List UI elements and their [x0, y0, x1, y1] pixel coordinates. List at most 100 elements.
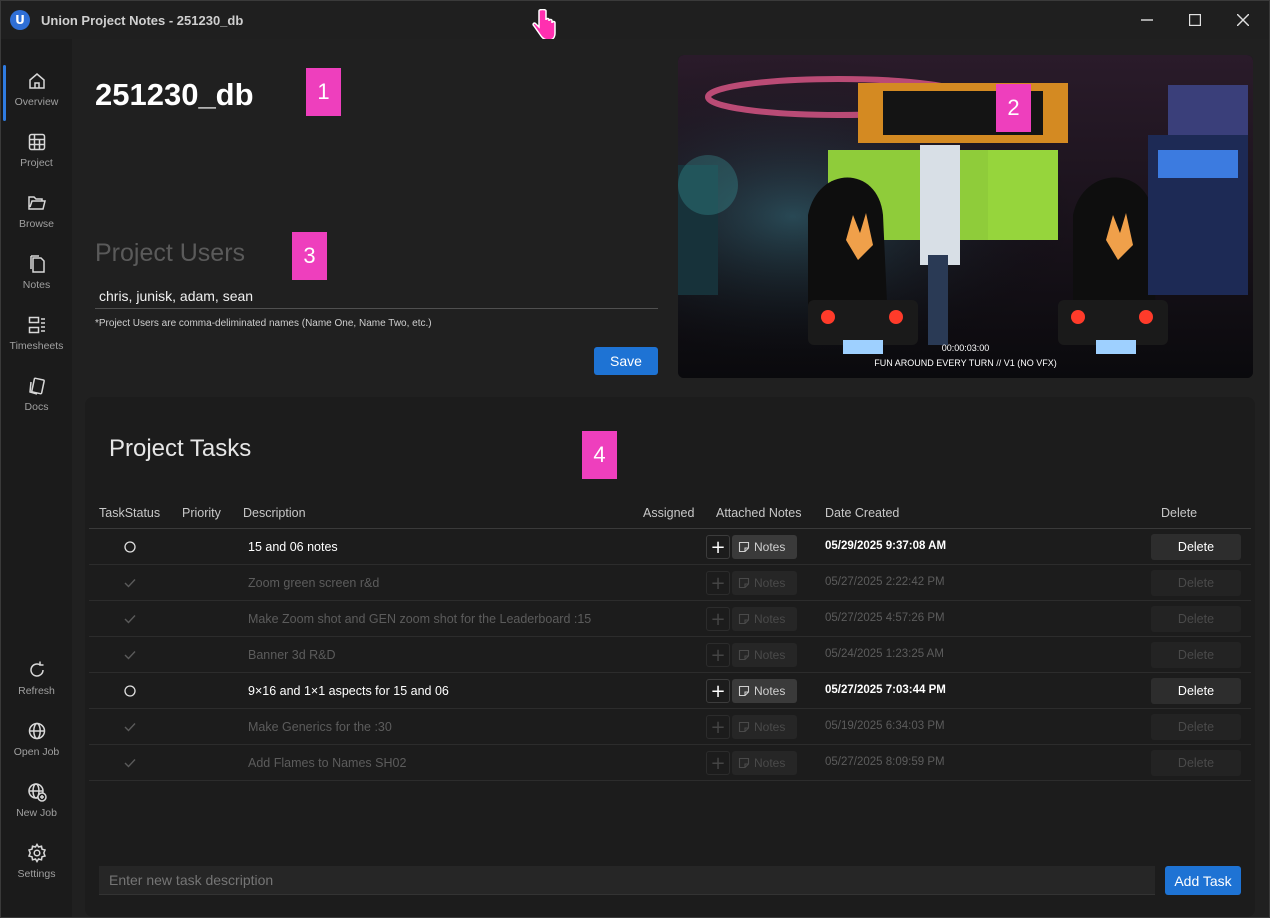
- table-row[interactable]: 9×16 and 1×1 aspects for 15 and 06 + Notes…: [89, 673, 1251, 709]
- page-title: 251230_db: [95, 77, 254, 112]
- close-button[interactable]: [1219, 1, 1267, 39]
- delete-task-button[interactable]: Delete: [1151, 570, 1241, 596]
- sidebar-item-project[interactable]: Project: [1, 124, 72, 182]
- add-task-button[interactable]: Add Task: [1165, 866, 1241, 895]
- attach-note-button[interactable]: +: [706, 571, 730, 595]
- task-description: 9×16 and 1×1 aspects for 15 and 06: [248, 684, 449, 698]
- sidebar: Overview Project Browse Notes Timesheets…: [1, 39, 72, 917]
- sidebar-item-refresh[interactable]: Refresh: [1, 652, 72, 710]
- attach-note-button[interactable]: +: [706, 751, 730, 775]
- attach-note-button[interactable]: +: [706, 643, 730, 667]
- column-header-delete[interactable]: Delete: [1161, 506, 1197, 520]
- open-circle-icon[interactable]: [123, 684, 137, 698]
- notes-button[interactable]: Notes: [732, 751, 797, 775]
- maximize-icon: [1189, 14, 1201, 26]
- sidebar-item-label: Settings: [17, 868, 56, 880]
- maximize-button[interactable]: [1171, 1, 1219, 39]
- table-row[interactable]: 15 and 06 notes + Notes 05/29/2025 9:37:08 …: [89, 529, 1251, 565]
- column-header-description[interactable]: Description: [243, 506, 306, 520]
- plus-icon: +: [710, 608, 726, 630]
- column-header-status[interactable]: TaskStatus: [99, 506, 160, 520]
- column-header-priority[interactable]: Priority: [182, 506, 221, 520]
- notes-button[interactable]: Notes: [732, 571, 797, 595]
- note-icon: [738, 541, 750, 553]
- sidebar-item-label: Timesheets: [9, 340, 64, 352]
- close-icon: [1237, 14, 1249, 26]
- note-icon: [738, 757, 750, 769]
- note-icon: [738, 577, 750, 589]
- attach-note-button[interactable]: +: [706, 607, 730, 631]
- sidebar-item-label: Project: [20, 157, 53, 169]
- plus-icon: +: [710, 680, 726, 702]
- checkmark-icon[interactable]: [123, 576, 137, 590]
- annotation-badge-3: 3: [292, 232, 327, 280]
- minimize-button[interactable]: [1123, 1, 1171, 39]
- note-icon: [738, 649, 750, 661]
- sidebar-item-docs[interactable]: Docs: [1, 368, 72, 426]
- table-row[interactable]: Banner 3d R&D + Notes 05/24/2025 1:23:25 AM…: [89, 637, 1251, 673]
- project-users-input[interactable]: [95, 283, 658, 309]
- task-description: 15 and 06 notes: [248, 540, 338, 554]
- delete-task-button[interactable]: Delete: [1151, 750, 1241, 776]
- preview-timecode: 00:00:03:00: [941, 343, 990, 353]
- window-title: Union Project Notes - 251230_db: [41, 13, 244, 28]
- app-logo-icon: U: [10, 10, 30, 30]
- delete-task-button[interactable]: Delete: [1151, 678, 1241, 704]
- sidebar-item-browse[interactable]: Browse: [1, 185, 72, 243]
- preview-caption: FUN AROUND EVERY TURN // V1 (NO VFX): [874, 358, 1057, 368]
- sidebar-item-label: New Job: [16, 807, 57, 819]
- attach-note-button[interactable]: +: [706, 535, 730, 559]
- plus-icon: +: [710, 572, 726, 594]
- checkmark-icon[interactable]: [123, 648, 137, 662]
- sidebar-item-notes[interactable]: Notes: [1, 246, 72, 304]
- checkmark-icon[interactable]: [123, 720, 137, 734]
- plus-icon: +: [710, 644, 726, 666]
- table-row[interactable]: Make Generics for the :30 + Notes 05/19/202…: [89, 709, 1251, 745]
- notes-button[interactable]: Notes: [732, 715, 797, 739]
- attach-note-button[interactable]: +: [706, 679, 730, 703]
- column-header-assigned[interactable]: Assigned: [643, 506, 694, 520]
- task-date-created: 05/27/2025 4:57:26 PM: [825, 612, 945, 624]
- table-row[interactable]: Make Zoom shot and GEN zoom shot for the…: [89, 601, 1251, 637]
- notes-button-label: Notes: [754, 540, 786, 554]
- sidebar-item-label: Docs: [24, 401, 49, 413]
- notes-button[interactable]: Notes: [732, 643, 797, 667]
- save-button[interactable]: Save: [594, 347, 658, 375]
- table-row[interactable]: Zoom green screen r&d + Notes 05/27/2025 2:…: [89, 565, 1251, 601]
- task-date-created: 05/27/2025 7:03:44 PM: [825, 684, 946, 696]
- sidebar-item-overview[interactable]: Overview: [1, 63, 72, 121]
- sidebar-item-timesheets[interactable]: Timesheets: [1, 307, 72, 365]
- notes-icon: [29, 255, 45, 273]
- annotation-badge-1: 1: [306, 68, 341, 116]
- column-header-date-created[interactable]: Date Created: [825, 506, 899, 520]
- attach-note-button[interactable]: +: [706, 715, 730, 739]
- notes-button[interactable]: Notes: [732, 679, 797, 703]
- delete-task-button[interactable]: Delete: [1151, 606, 1241, 632]
- main-content: 251230_db 1 Project Users 3 *Project Use…: [72, 39, 1269, 917]
- open-circle-icon[interactable]: [123, 540, 137, 554]
- delete-task-button[interactable]: Delete: [1151, 642, 1241, 668]
- table-row[interactable]: Add Flames to Names SH02 + Notes 05/27/2025…: [89, 745, 1251, 781]
- notes-button-label: Notes: [754, 648, 786, 662]
- annotation-badge-2: 2: [996, 84, 1031, 132]
- home-icon: [28, 73, 45, 89]
- task-description: Add Flames to Names SH02: [248, 756, 407, 770]
- checkmark-icon[interactable]: [123, 756, 137, 770]
- task-date-created: 05/29/2025 9:37:08 AM: [825, 540, 947, 552]
- sidebar-item-label: Overview: [14, 96, 59, 108]
- notes-button[interactable]: Notes: [732, 535, 797, 559]
- sidebar-item-settings[interactable]: Settings: [1, 835, 72, 893]
- sidebar-item-new-job[interactable]: New Job: [1, 774, 72, 832]
- note-icon: [738, 721, 750, 733]
- notes-button[interactable]: Notes: [732, 607, 797, 631]
- globe-plus-icon: [27, 783, 47, 802]
- new-task-input[interactable]: [99, 866, 1155, 895]
- delete-task-button[interactable]: Delete: [1151, 714, 1241, 740]
- task-date-created: 05/27/2025 2:22:42 PM: [825, 576, 945, 588]
- sidebar-item-label: Refresh: [18, 685, 55, 697]
- column-header-attached-notes[interactable]: Attached Notes: [716, 506, 801, 520]
- sidebar-item-open-job[interactable]: Open Job: [1, 713, 72, 771]
- checkmark-icon[interactable]: [123, 612, 137, 626]
- task-date-created: 05/24/2025 1:23:25 AM: [825, 648, 944, 660]
- delete-task-button[interactable]: Delete: [1151, 534, 1241, 560]
